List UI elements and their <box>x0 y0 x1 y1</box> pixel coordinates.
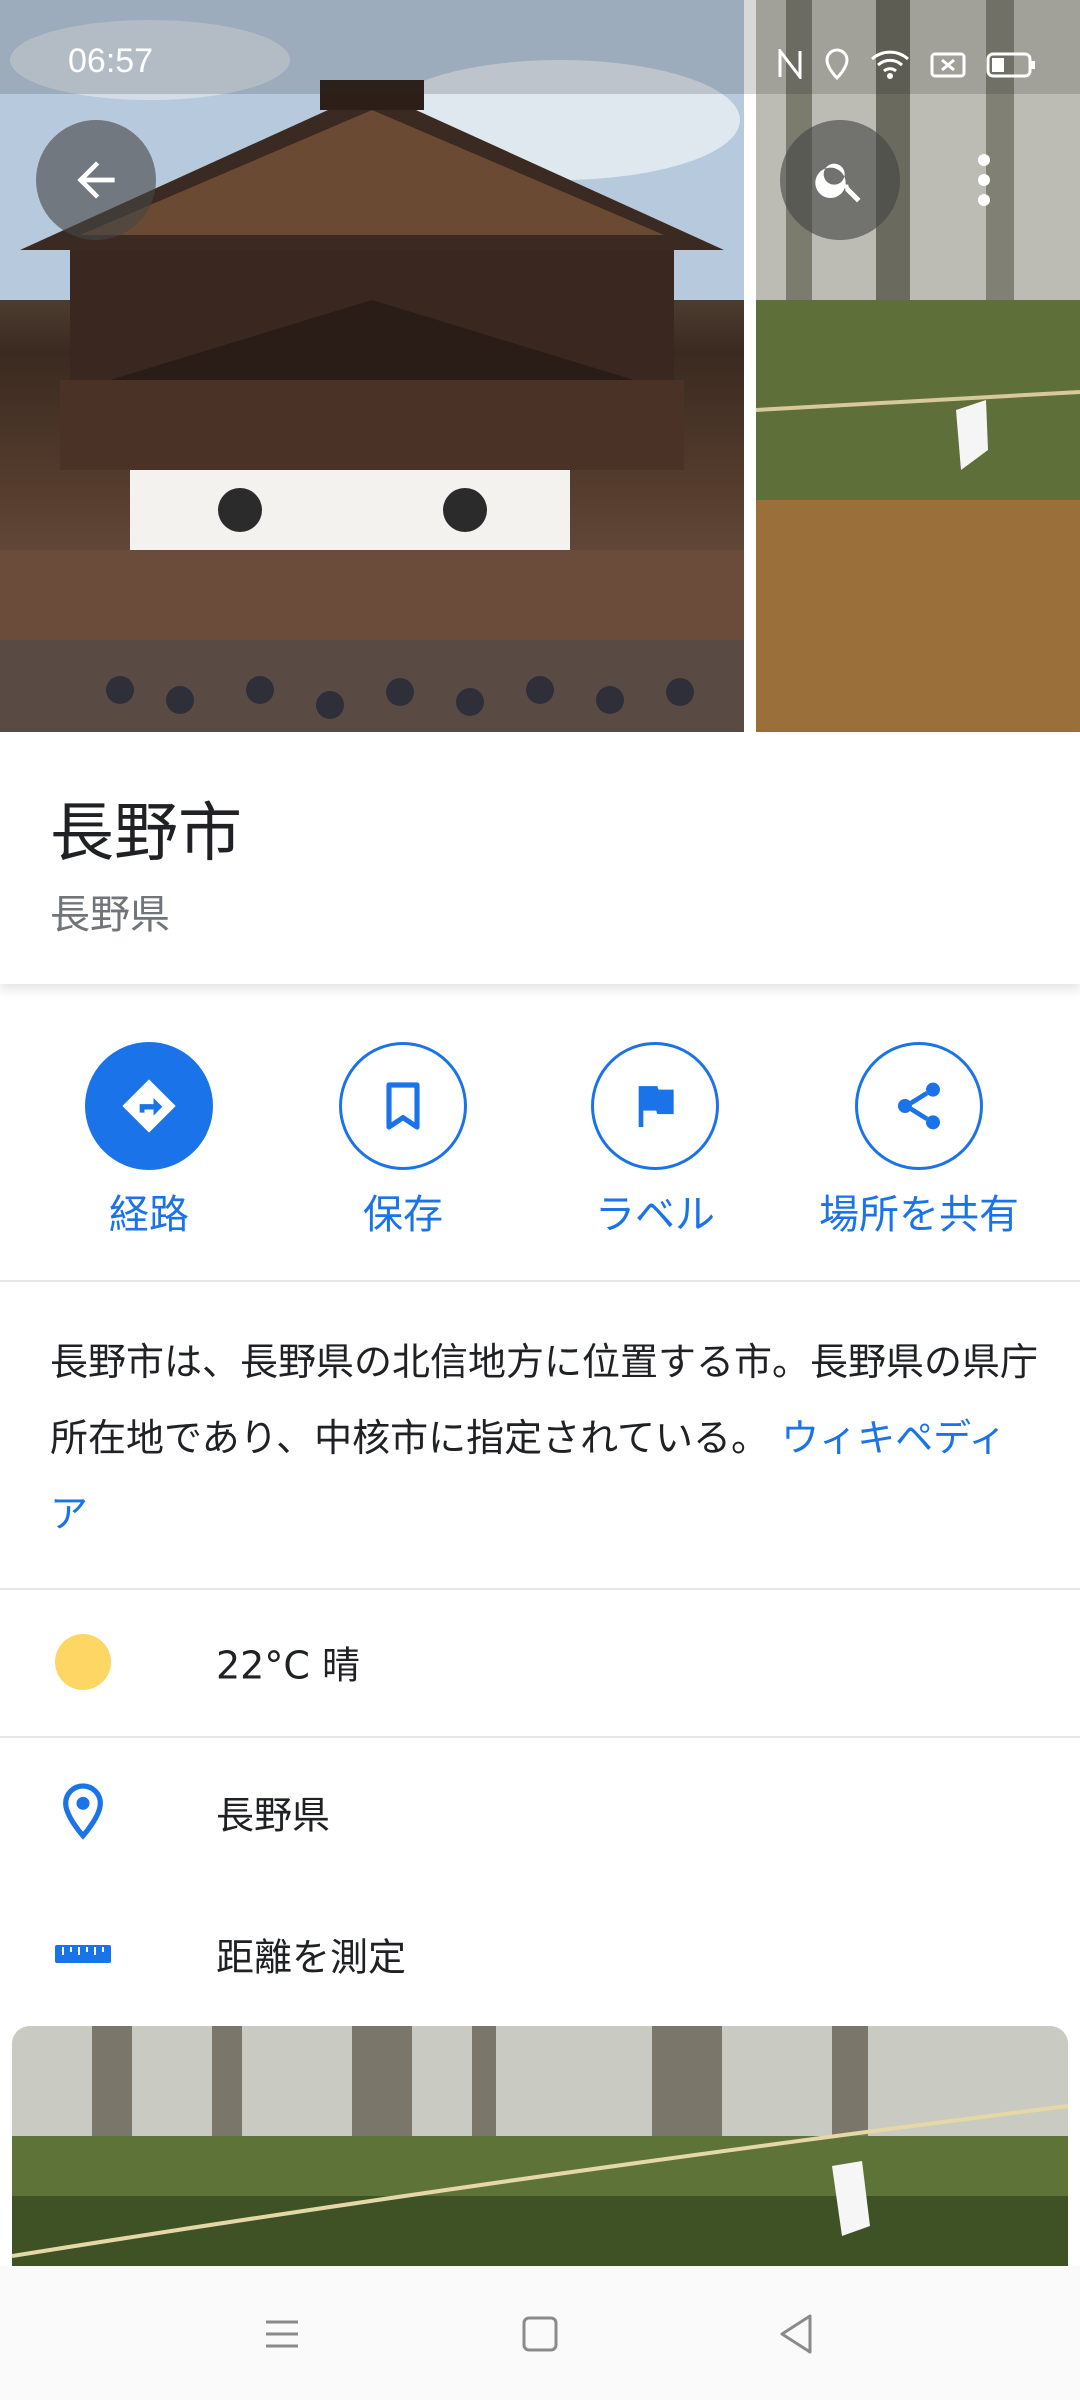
system-navigation-bar <box>0 2266 1080 2400</box>
forest-preview-illustration <box>12 2026 1068 2266</box>
place-header: 長野市 長野県 <box>0 732 1080 984</box>
flag-icon <box>638 1085 674 1127</box>
label-label: ラベル <box>595 1192 715 1238</box>
directions-circle[interactable] <box>85 1042 213 1170</box>
location-pin-icon <box>50 1779 116 1845</box>
label-button[interactable]: ラベル <box>540 1042 770 1242</box>
photo-temple[interactable] <box>0 0 744 732</box>
bookmark-icon <box>386 1082 420 1130</box>
photo-gallery[interactable]: 06:57 <box>0 0 1080 732</box>
nfc-icon <box>778 49 802 79</box>
photo-preview[interactable] <box>12 2026 1068 2266</box>
status-icons <box>776 48 1036 80</box>
wifi-icon <box>871 50 909 79</box>
more-options-button[interactable] <box>924 120 1044 240</box>
share-icon <box>898 1082 940 1130</box>
place-subtitle: 長野県 <box>50 892 170 938</box>
back-button[interactable] <box>36 120 156 240</box>
sun-icon <box>50 1629 116 1695</box>
square-icon <box>522 2316 558 2352</box>
share-button[interactable]: 場所を共有 <box>804 1042 1034 1242</box>
home-button[interactable] <box>516 2310 564 2358</box>
ruler-icon <box>50 1921 116 1987</box>
directions-icon <box>122 1079 176 1133</box>
directions-label: 経路 <box>109 1192 189 1238</box>
save-button[interactable]: 保存 <box>288 1042 518 1242</box>
menu-icon <box>266 2320 298 2348</box>
share-circle[interactable] <box>855 1042 983 1170</box>
photo-forest[interactable] <box>756 0 1080 732</box>
measure-distance-row[interactable]: 距離を測定 <box>0 1894 1080 2014</box>
search-button[interactable] <box>780 120 900 240</box>
share-label: 場所を共有 <box>819 1192 1019 1238</box>
more-vert-icon <box>978 154 990 206</box>
divider <box>0 1280 1080 1282</box>
search-icon <box>815 163 861 203</box>
status-time: 06:57 <box>68 42 154 80</box>
address-row[interactable]: 長野県 <box>0 1752 1080 1872</box>
weather-row[interactable]: 22°C 晴 <box>0 1602 1080 1722</box>
triangle-back-icon <box>780 2314 812 2354</box>
directions-button[interactable]: 経路 <box>34 1042 264 1242</box>
status-bar: 06:57 <box>0 0 1080 94</box>
place-title: 長野市 <box>50 797 242 871</box>
divider <box>0 1736 1080 1738</box>
action-bar: 経路 保存 ラベル 場所を共有 <box>0 1000 1080 1282</box>
label-circle[interactable] <box>591 1042 719 1170</box>
system-back-button[interactable] <box>772 2310 820 2358</box>
address-text: 長野県 <box>216 1793 331 1838</box>
recent-apps-button[interactable] <box>258 2310 306 2358</box>
save-label: 保存 <box>363 1192 443 1238</box>
divider <box>0 1588 1080 1590</box>
temple-illustration <box>0 0 744 732</box>
place-description: 長野市は、長野県の北信地方に位置する市。長野県の県庁所在地であり、中核市に指定さ… <box>50 1324 1040 1552</box>
save-circle[interactable] <box>339 1042 467 1170</box>
arrow-back-icon <box>77 161 115 199</box>
location-status-icon <box>825 48 849 80</box>
forest-illustration <box>756 0 1080 732</box>
weather-text: 22°C 晴 <box>216 1643 360 1688</box>
measure-text: 距離を測定 <box>216 1935 407 1980</box>
sim-icon <box>930 52 966 78</box>
battery-icon <box>986 52 1035 78</box>
